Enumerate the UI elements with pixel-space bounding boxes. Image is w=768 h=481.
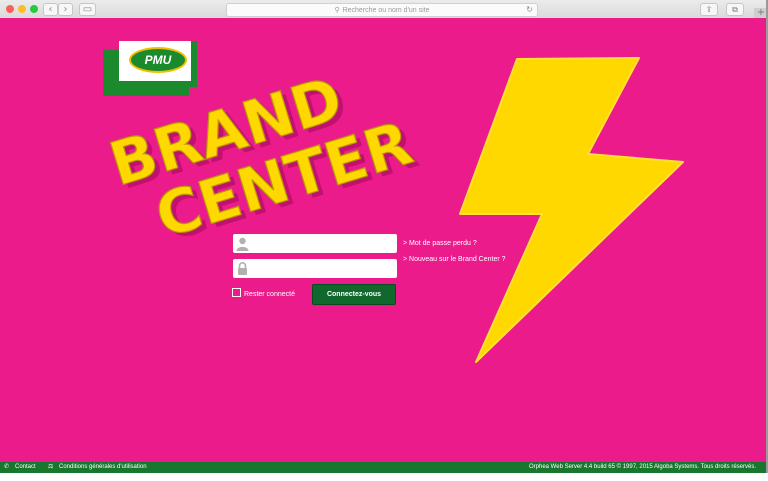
share-button[interactable]: ⇪ xyxy=(700,3,718,16)
address-bar[interactable]: ⚲ Recherche ou nom d'un site ↻ xyxy=(226,3,538,17)
address-placeholder: Recherche ou nom d'un site xyxy=(342,7,430,14)
window-bottom-margin xyxy=(0,473,768,481)
remember-me[interactable]: Rester connecté xyxy=(232,288,295,300)
back-button[interactable]: ‹ xyxy=(43,3,58,16)
contact-link[interactable]: Contact xyxy=(15,462,36,473)
password-input[interactable] xyxy=(253,261,391,276)
zoom-window-button[interactable] xyxy=(30,5,38,13)
forgot-password-link[interactable]: > Mot de passe perdu ? xyxy=(403,240,477,247)
browser-toolbar: ‹ › ▭ ⚲ Recherche ou nom d'un site ↻ ⇪ ⧉ … xyxy=(0,0,768,19)
forward-button[interactable]: › xyxy=(58,3,73,16)
login-button[interactable]: Connectez-vous xyxy=(312,284,396,305)
lock-icon xyxy=(238,262,247,275)
show-tabs-button[interactable]: ⧉ xyxy=(726,3,744,16)
minimize-window-button[interactable] xyxy=(18,5,26,13)
username-field[interactable] xyxy=(233,234,397,253)
footer: ✆ Contact ⚖ Conditions générales d'utili… xyxy=(0,462,766,473)
user-icon xyxy=(236,237,249,251)
sidebar-button[interactable]: ▭ xyxy=(79,3,96,16)
contact-icon: ✆ xyxy=(4,464,10,470)
username-input[interactable] xyxy=(253,236,391,251)
remember-label: Rester connecté xyxy=(244,291,295,298)
new-user-link[interactable]: > Nouveau sur le Brand Center ? xyxy=(403,256,506,263)
terms-icon: ⚖ xyxy=(48,464,54,470)
search-icon: ⚲ xyxy=(334,6,340,14)
password-field[interactable] xyxy=(233,259,397,278)
login-page: PMU BRAND BRAND CENTER CENTER > Mot de p… xyxy=(0,18,766,462)
reload-button[interactable]: ↻ xyxy=(526,4,533,16)
terms-link[interactable]: Conditions générales d'utilisation xyxy=(59,462,147,473)
close-window-button[interactable] xyxy=(6,5,14,13)
remember-checkbox[interactable] xyxy=(232,288,241,297)
copyright-text: Orphea Web Server 4.4 build 65 © 1997, 2… xyxy=(529,464,756,470)
